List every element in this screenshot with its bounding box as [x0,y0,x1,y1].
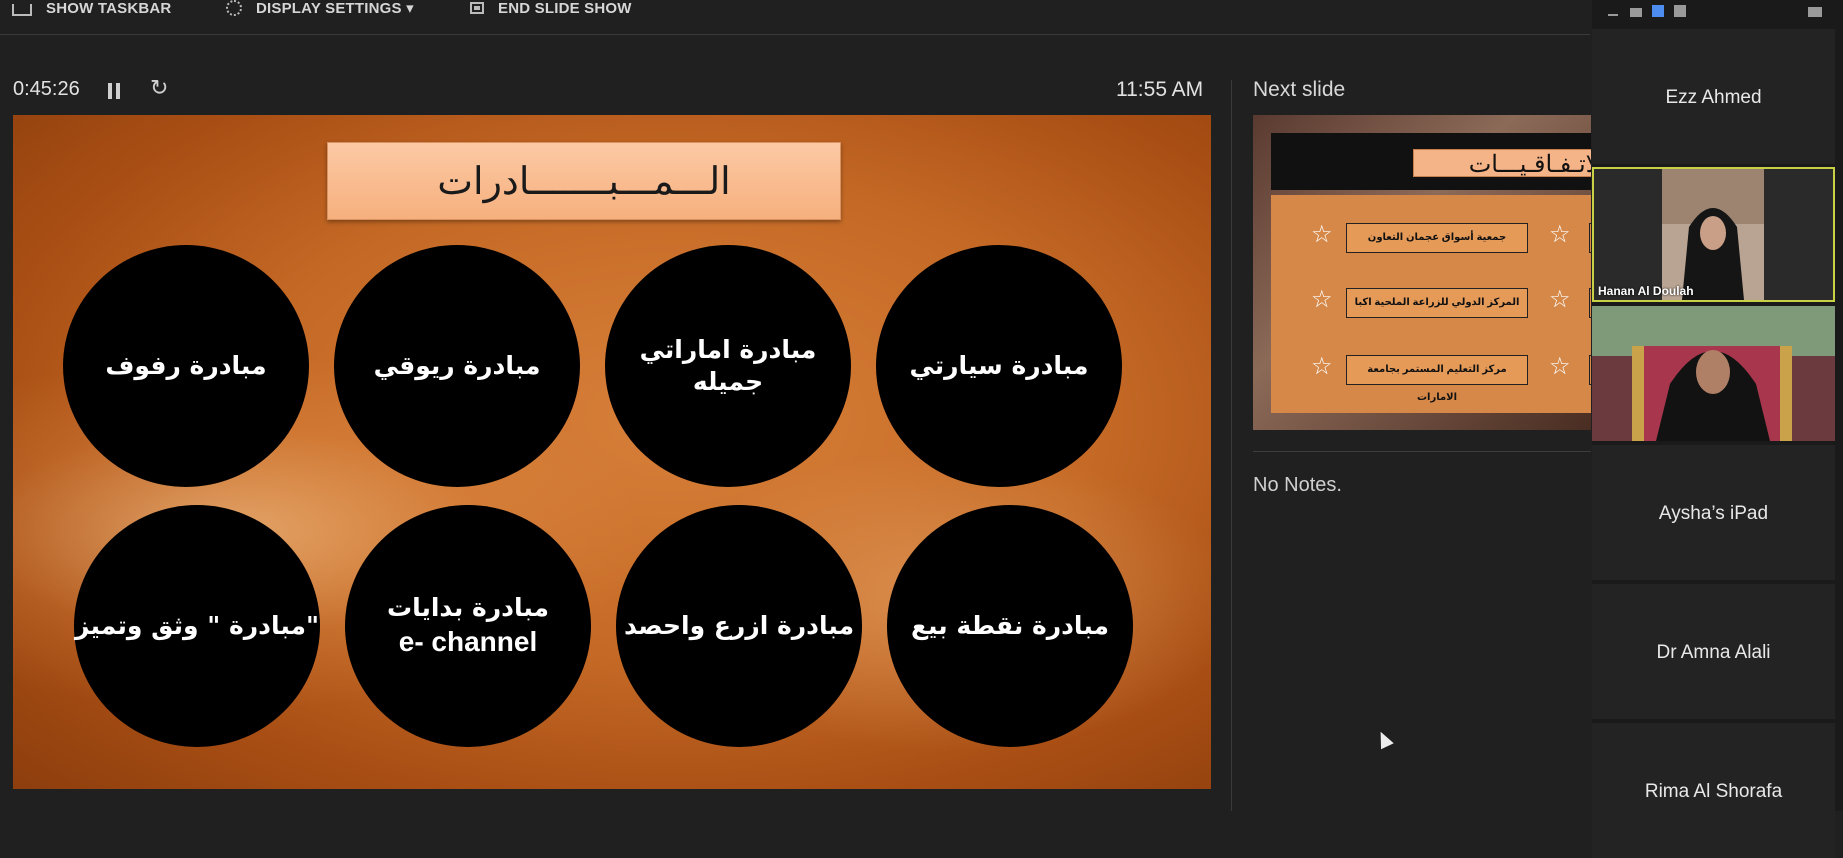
clock: 11:55 AM [1116,78,1204,101]
strip-view-icon[interactable] [1652,5,1664,17]
grid-view-icon[interactable] [1674,5,1686,17]
next-slide-row-stub [1589,223,1591,253]
reset-timer-icon[interactable]: ↻ [150,75,168,101]
initiative-label-line1: مبادرة بدايات [386,592,550,622]
show-taskbar-label: SHOW TASKBAR [46,0,172,17]
initiative-circle: مبادرة " وثق وتميز" [74,505,320,747]
mouse-cursor-icon [1374,728,1394,750]
side-panel-icon[interactable] [1808,7,1822,17]
star-icon: ☆ [1311,286,1333,313]
show-taskbar-button[interactable]: SHOW TASKBAR [12,0,171,18]
participant-tile[interactable]: Dr Amna Alali [1592,584,1835,719]
participant-gallery: Ezz Ahmed Hanan Al Doulah Aysha’s iPad D… [1592,0,1843,858]
panel-divider [1231,80,1232,811]
next-slide-body: ☆ جمعية أسواق عجمان التعاون ☆ ☆ المركز ا… [1271,195,1591,413]
star-icon: ☆ [1311,221,1333,248]
end-show-icon [470,2,484,14]
star-icon: ☆ [1549,353,1571,380]
participant-tile[interactable]: Ezz Ahmed [1592,29,1835,164]
initiative-circle: مبادرة ازرع واحصد [616,505,862,747]
initiative-circle: مبادرة اماراتي جميله [605,245,851,487]
participant-tile[interactable]: Aysha’s iPad [1592,445,1835,580]
speaker-notes: No Notes. [1253,474,1342,496]
participant-video [1594,169,1833,300]
pause-timer-icon[interactable] [108,83,120,99]
initiative-circle: مبادرة ريوقي [334,245,580,487]
participant-name: Ezz Ahmed [1665,87,1762,108]
next-slide-thumbnail[interactable]: الاتـفـاقـيـــات ☆ جمعية أسواق عجمان الت… [1253,115,1591,430]
initiative-label: مبادرة اماراتي جميله [639,334,817,397]
next-slide-row-stub [1589,355,1591,385]
initiative-circle: مبادرة بدايات e- channel [345,505,591,747]
display-settings-label: DISPLAY SETTINGS ▾ [256,0,414,17]
initiative-circle: مبادرة سيارتي [876,245,1122,487]
star-icon: ☆ [1311,353,1333,380]
slide-title: الـــمـــبـــــــادرات [327,142,841,220]
star-icon: ☆ [1549,286,1571,313]
minimize-icon[interactable] [1608,14,1618,16]
next-slide-row: المركز الدولي للزراعة الملحية اكبا [1346,288,1528,318]
next-slide-label: Next slide [1253,78,1346,101]
current-slide[interactable]: الـــمـــبـــــــادرات مبادرة رفوف مبادر… [13,115,1211,789]
gallery-view-controls [1592,0,1843,24]
initiative-label: مبادرة رفوف [105,350,267,380]
initiative-label: مبادرة بدايات e- channel [387,592,549,661]
initiative-label-line2: e- channel [398,626,538,658]
initiative-label: مبادرة ريوقي [373,350,541,380]
participant-name: Aysha’s iPad [1658,503,1769,524]
participant-name: Rima Al Shorafa [1644,781,1783,802]
presenter-toolbar: SHOW TASKBAR DISPLAY SETTINGS ▾ END SLID… [0,0,1590,35]
next-slide-title: الاتـفـاقـيـــات [1413,149,1591,178]
participant-video [1592,306,1835,441]
end-slide-show-label: END SLIDE SHOW [498,0,632,17]
next-slide-row: جمعية أسواق عجمان التعاون [1346,223,1528,253]
star-icon: ☆ [1549,221,1571,248]
initiative-circle: مبادرة نقطة بيع [887,505,1133,747]
initiative-label: مبادرة سيارتي [909,350,1089,380]
gear-icon [226,0,242,16]
initiative-label: مبادرة ازرع واحصد [623,610,855,640]
participant-name: Hanan Al Doulah [1598,284,1694,298]
end-slide-show-button[interactable]: END SLIDE SHOW [470,0,632,18]
display-settings-button[interactable]: DISPLAY SETTINGS ▾ [226,0,414,18]
next-slide-row: مركز التعليم المستمر بجامعة الامارات [1346,355,1528,403]
participant-name: Dr Amna Alali [1656,642,1771,663]
participant-tile-active-speaker[interactable]: Hanan Al Doulah [1592,167,1835,302]
next-slide-row-stub [1589,288,1591,318]
initiative-label: مبادرة " وثق وتميز" [74,610,320,640]
elapsed-timer: 0:45:26 [13,78,80,100]
initiative-circle: مبادرة رفوف [63,245,309,487]
participant-tile[interactable]: Rima Al Shorafa [1592,723,1835,858]
notes-divider [1253,451,1591,452]
single-view-icon[interactable] [1630,8,1642,17]
taskbar-icon [12,4,32,16]
participant-tile-video[interactable] [1592,306,1835,441]
initiative-label: مبادرة نقطة بيع [910,610,1110,640]
